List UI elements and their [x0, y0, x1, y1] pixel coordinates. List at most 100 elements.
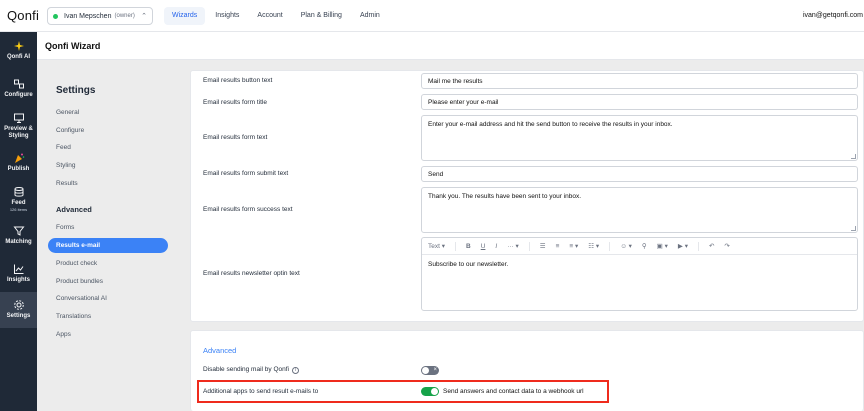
rail-feed[interactable]: Feed 126 items — [0, 186, 37, 212]
label-newsletter-text: Email results newsletter optin text — [203, 270, 300, 277]
align-icon[interactable]: ≡ ▾ — [569, 242, 578, 250]
form-text-textarea[interactable]: Enter your e-mail address and hit the se… — [421, 115, 858, 161]
bullet-list-icon[interactable]: ☰ — [540, 242, 546, 250]
nav-admin[interactable]: Admin — [352, 7, 388, 25]
rail-settings[interactable]: Settings — [0, 292, 37, 328]
undo-icon[interactable]: ↶ — [709, 242, 714, 250]
label-additional-apps: Additional apps to send result e-mails t… — [203, 388, 319, 395]
close-icon: × — [433, 367, 437, 373]
rail-qonfi-ai[interactable]: Qonfi AI — [0, 40, 37, 61]
top-bar: Qonfi Ivan Mepschen (owner) ⌃ Wizards In… — [0, 0, 864, 32]
nav-insights[interactable]: Insights — [207, 7, 247, 25]
logo[interactable]: Qonfi — [7, 8, 39, 23]
underline-icon[interactable]: U — [481, 243, 486, 250]
page-header: Qonfi Wizard — [37, 32, 864, 60]
label-form-text: Email results form text — [203, 134, 268, 141]
sliders-icon — [13, 79, 24, 89]
settings-link-forms[interactable]: Forms — [56, 224, 74, 231]
monitor-icon — [13, 113, 24, 123]
label-disable-sending: Disable sending mail by Qonfi i — [203, 366, 299, 374]
chevron-updown-icon: ⌃ — [141, 13, 147, 20]
email-settings-card: Email results button text Mail me the re… — [190, 70, 864, 322]
gear-icon — [13, 300, 24, 310]
settings-link-results[interactable]: Results — [56, 180, 78, 187]
text-style-label: Text — [428, 243, 440, 250]
disable-sending-toggle[interactable]: × — [421, 366, 439, 375]
settings-link-translations[interactable]: Translations — [56, 313, 91, 320]
settings-link-styling[interactable]: Styling — [56, 162, 76, 169]
rail-label: Publish — [7, 166, 30, 172]
rail-label: Feed — [11, 200, 26, 206]
toolbar-divider — [528, 241, 530, 251]
numbered-list-icon[interactable]: ≡ — [556, 243, 560, 250]
editor-content[interactable]: Subscribe to our newsletter. — [422, 255, 857, 274]
label-success-text: Email results form success text — [203, 206, 293, 213]
video-icon[interactable]: ▶ ▾ — [678, 242, 688, 250]
form-title-input[interactable]: Please enter your e-mail — [421, 94, 858, 110]
newsletter-rich-editor[interactable]: Text ▾ B U I ··· ▾ ☰ ≡ ≡ ▾ ☷ ▾ ☺ ▾ ⚲ ▣ ▾… — [421, 237, 858, 311]
user-email[interactable]: ivan@getqonfi.com — [803, 12, 863, 19]
settings-link-general[interactable]: General — [56, 109, 79, 116]
rail-label: Configure — [4, 92, 33, 98]
button-text-input[interactable]: Mail me the results — [421, 73, 858, 89]
settings-link-conversational-ai[interactable]: Conversational AI — [56, 295, 107, 302]
label-form-title: Email results form title — [203, 99, 267, 106]
top-nav: Wizards Insights Account Plan & Billing … — [164, 7, 390, 25]
link-icon[interactable]: ⚲ — [642, 242, 647, 250]
settings-link-configure[interactable]: Configure — [56, 127, 84, 134]
webhook-toggle[interactable] — [421, 387, 439, 396]
label-submit-text: Email results form submit text — [203, 170, 289, 177]
settings-nav: Settings General Configure Feed Styling … — [37, 60, 181, 411]
advanced-card: Advanced Disable sending mail by Qonfi i … — [190, 330, 864, 411]
rail-preview-styling[interactable]: Preview & Styling — [0, 112, 37, 140]
toolbar-divider — [697, 241, 699, 251]
nav-plan-billing[interactable]: Plan & Billing — [293, 7, 350, 25]
info-icon[interactable]: i — [292, 367, 299, 374]
org-role: (owner) — [114, 13, 135, 19]
rail-configure[interactable]: Configure — [0, 78, 37, 99]
bold-icon[interactable]: B — [466, 243, 471, 250]
settings-advanced-heading: Advanced — [56, 205, 92, 214]
toolbar-divider — [609, 241, 611, 251]
settings-link-apps[interactable]: Apps — [56, 331, 71, 338]
org-selector[interactable]: Ivan Mepschen (owner) ⌃ — [47, 7, 153, 25]
rail-matching[interactable]: Matching — [0, 225, 37, 246]
app-rail: Qonfi AI Configure Preview & Styling Pub… — [0, 32, 37, 411]
advanced-title: Advanced — [203, 346, 237, 355]
toggle-knob — [431, 388, 438, 395]
nav-wizards[interactable]: Wizards — [164, 7, 206, 25]
toggle-knob — [422, 367, 429, 374]
rail-publish[interactable]: Publish — [0, 152, 37, 173]
rail-insights[interactable]: Insights — [0, 263, 37, 284]
success-text-textarea[interactable]: Thank you. The results have been sent to… — [421, 187, 858, 233]
text-style-dropdown[interactable]: Text ▾ — [428, 242, 445, 250]
submit-text-input[interactable]: Send — [421, 166, 858, 182]
page-title: Qonfi Wizard — [45, 41, 101, 51]
image-icon[interactable]: ▣ ▾ — [657, 242, 668, 250]
toolbar-divider — [455, 241, 456, 251]
filter-icon — [12, 226, 25, 236]
settings-link-product-bundles[interactable]: Product bundles — [56, 278, 103, 285]
disable-sending-text: Disable sending mail by Qonfi — [203, 366, 289, 373]
status-dot-icon — [53, 13, 58, 19]
nav-account[interactable]: Account — [249, 7, 290, 25]
rail-label: Preview & Styling — [4, 126, 33, 139]
org-name: Ivan Mepschen — [64, 12, 112, 20]
indent-icon[interactable]: ☷ ▾ — [588, 242, 599, 250]
rail-label: Matching — [5, 239, 32, 245]
settings-heading: Settings — [56, 85, 96, 96]
rail-label: Insights — [6, 277, 30, 283]
webhook-option-text: Send answers and contact data to a webho… — [443, 388, 584, 395]
chart-icon — [13, 264, 23, 274]
label-button-text: Email results button text — [203, 77, 273, 84]
redo-icon[interactable]: ↷ — [724, 242, 729, 250]
more-format-icon[interactable]: ··· ▾ — [507, 242, 519, 250]
settings-link-feed[interactable]: Feed — [56, 144, 71, 151]
settings-link-product-check[interactable]: Product check — [56, 260, 97, 267]
sparkles-icon — [13, 41, 24, 51]
italic-icon[interactable]: I — [495, 243, 497, 250]
party-icon — [14, 153, 24, 163]
editor-toolbar: Text ▾ B U I ··· ▾ ☰ ≡ ≡ ▾ ☷ ▾ ☺ ▾ ⚲ ▣ ▾… — [422, 238, 857, 255]
emoji-icon[interactable]: ☺ ▾ — [620, 242, 632, 250]
settings-link-results-email[interactable]: Results e-mail — [48, 238, 168, 253]
